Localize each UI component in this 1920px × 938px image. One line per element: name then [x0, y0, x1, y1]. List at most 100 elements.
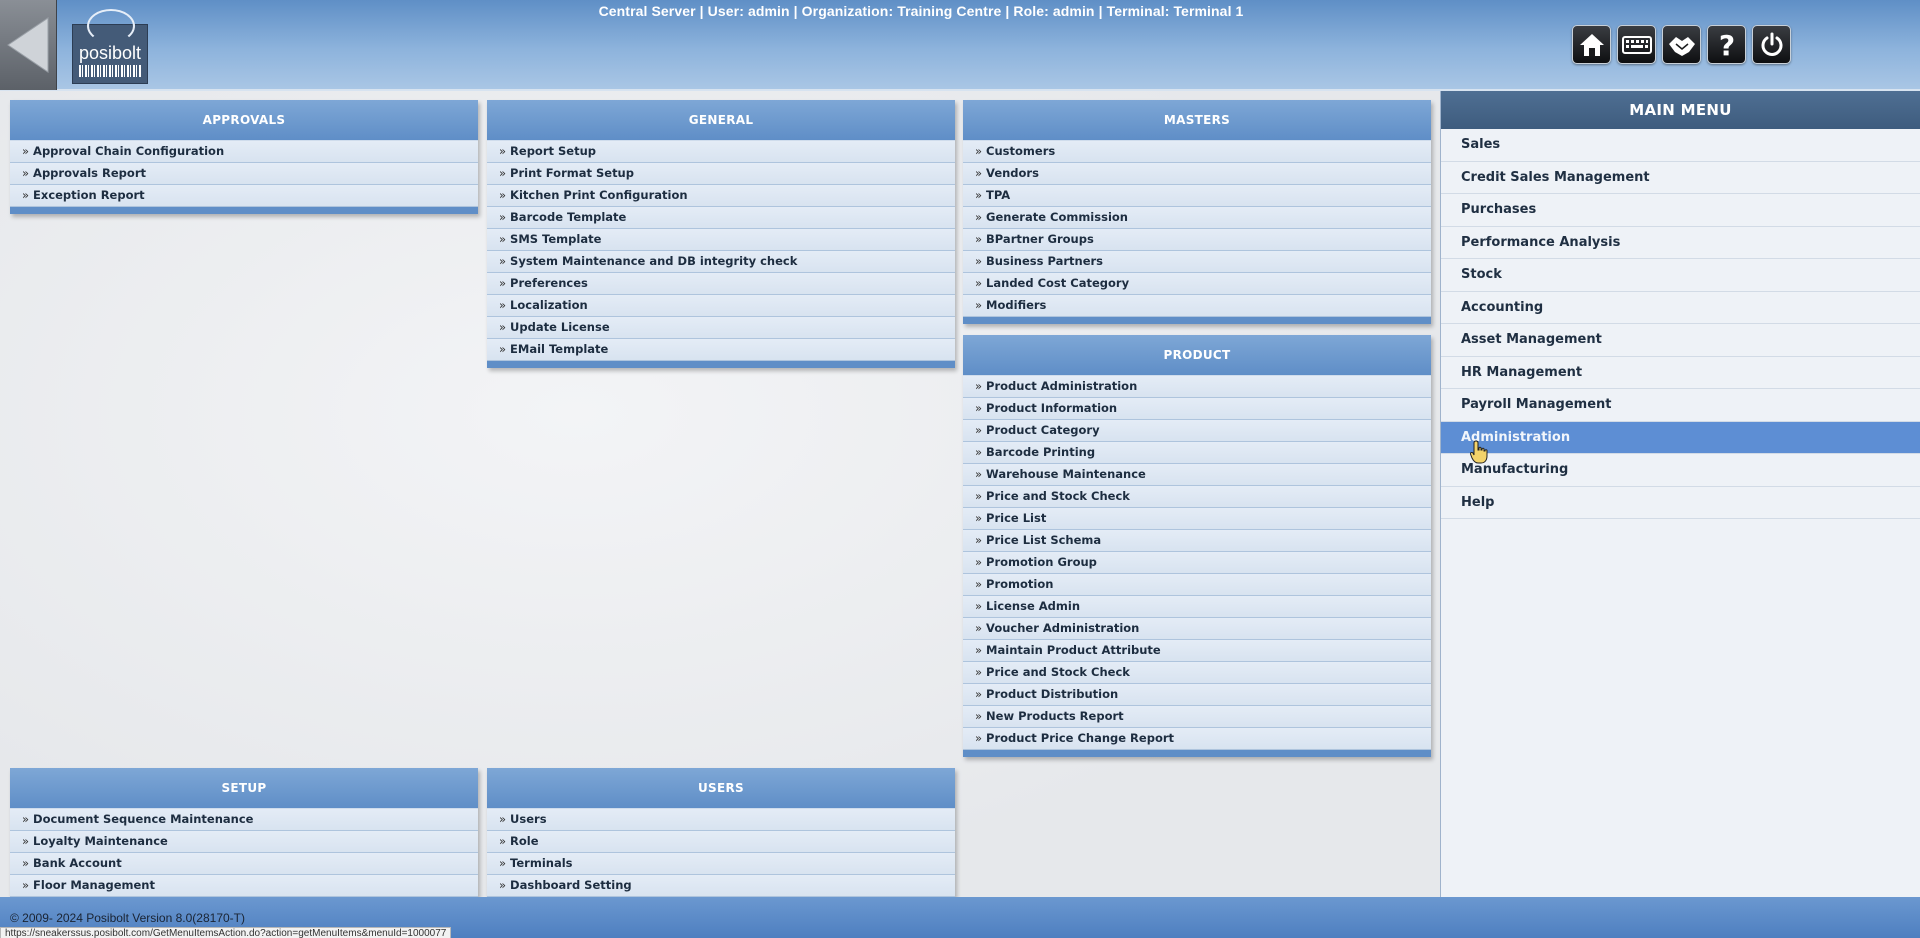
raquo-icon: » — [499, 188, 507, 202]
menu-link-voucher-administration[interactable]: » Voucher Administration — [963, 618, 1431, 640]
main-menu-item-stock[interactable]: Stock — [1441, 259, 1920, 292]
menu-link-warehouse-maintenance[interactable]: » Warehouse Maintenance — [963, 464, 1431, 486]
handshake-button[interactable] — [1662, 25, 1701, 64]
menu-link-maintain-product-attribute[interactable]: » Maintain Product Attribute — [963, 640, 1431, 662]
menu-link-label: Preferences — [510, 276, 588, 290]
menu-link-label: Price and Stock Check — [986, 489, 1130, 503]
menu-link-barcode-template[interactable]: » Barcode Template — [487, 207, 955, 229]
home-button[interactable] — [1572, 25, 1611, 64]
menu-link-role[interactable]: » Role — [487, 831, 955, 853]
menu-link-email-template[interactable]: » EMail Template — [487, 339, 955, 361]
raquo-icon: » — [975, 621, 983, 635]
menu-link-approvals-report[interactable]: » Approvals Report — [10, 163, 478, 185]
menu-link-price-and-stock-check[interactable]: » Price and Stock Check — [963, 662, 1431, 684]
main-menu-item-hr-management[interactable]: HR Management — [1441, 357, 1920, 389]
menu-link-label: Kitchen Print Configuration — [510, 188, 688, 202]
menu-link-label: Price List — [986, 511, 1047, 525]
menu-link-customers[interactable]: » Customers — [963, 141, 1431, 163]
menu-link-label: SMS Template — [510, 232, 602, 246]
keyboard-button[interactable] — [1617, 25, 1656, 64]
panel-title: PRODUCT — [963, 335, 1431, 376]
menu-link-product-information[interactable]: » Product Information — [963, 398, 1431, 420]
menu-link-localization[interactable]: » Localization — [487, 295, 955, 317]
posibolt-logo: posibolt — [72, 9, 148, 84]
menu-link-label: License Admin — [986, 599, 1081, 613]
menu-link-new-products-report[interactable]: » New Products Report — [963, 706, 1431, 728]
approvals-list: » Approval Chain Configuration» Approvals … — [10, 141, 478, 207]
menu-link-label: Print Format Setup — [510, 166, 634, 180]
menu-link-print-format-setup[interactable]: » Print Format Setup — [487, 163, 955, 185]
menu-link-exception-report[interactable]: » Exception Report — [10, 185, 478, 207]
menu-link-document-sequence-maintenance[interactable]: » Document Sequence Maintenance — [10, 809, 478, 831]
logo-text: posibolt — [78, 43, 142, 63]
menu-link-price-list[interactable]: » Price List — [963, 508, 1431, 530]
menu-link-dashboard-setting[interactable]: » Dashboard Setting — [487, 875, 955, 897]
main-menu-item-manufacturing[interactable]: Manufacturing — [1441, 454, 1920, 487]
menu-link-label: Role — [510, 834, 539, 848]
menu-link-modifiers[interactable]: » Modifiers — [963, 295, 1431, 317]
menu-link-users[interactable]: » Users — [487, 809, 955, 831]
raquo-icon: » — [499, 166, 507, 180]
menu-link-business-partners[interactable]: » Business Partners — [963, 251, 1431, 273]
menu-link-sms-template[interactable]: » SMS Template — [487, 229, 955, 251]
menu-link-product-price-change-report[interactable]: » Product Price Change Report — [963, 728, 1431, 750]
help-button[interactable]: ? — [1707, 25, 1746, 64]
help-icon: ? — [1718, 30, 1734, 60]
raquo-icon: » — [975, 298, 983, 312]
raquo-icon: » — [22, 878, 30, 892]
menu-link-price-and-stock-check[interactable]: » Price and Stock Check — [963, 486, 1431, 508]
main-menu-item-accounting[interactable]: Accounting — [1441, 292, 1920, 324]
main-menu-item-performance-analysis[interactable]: Performance Analysis — [1441, 227, 1920, 259]
menu-link-vendors[interactable]: » Vendors — [963, 163, 1431, 185]
raquo-icon: » — [975, 687, 983, 701]
general-list: » Report Setup» Print Format Setup» Kitchen… — [487, 141, 955, 361]
menu-link-label: Voucher Administration — [986, 621, 1140, 635]
menu-link-license-admin[interactable]: » License Admin — [963, 596, 1431, 618]
menu-link-label: Report Setup — [510, 144, 597, 158]
power-icon — [1761, 32, 1782, 56]
menu-link-promotion-group[interactable]: » Promotion Group — [963, 552, 1431, 574]
menu-link-label: Business Partners — [986, 254, 1104, 268]
menu-link-update-license[interactable]: » Update License — [487, 317, 955, 339]
menu-link-product-administration[interactable]: » Product Administration — [963, 376, 1431, 398]
main-menu-item-administration[interactable]: Administration — [1441, 421, 1920, 454]
raquo-icon: » — [499, 856, 507, 870]
menu-link-label: Price and Stock Check — [986, 665, 1130, 679]
menu-link-bank-account[interactable]: » Bank Account — [10, 853, 478, 875]
menu-link-terminals[interactable]: » Terminals — [487, 853, 955, 875]
logout-button[interactable] — [1752, 25, 1791, 64]
menu-link-bpartner-groups[interactable]: » BPartner Groups — [963, 229, 1431, 251]
menu-link-price-list-schema[interactable]: » Price List Schema — [963, 530, 1431, 552]
menu-link-label: Approvals Report — [33, 166, 146, 180]
users-list: » Users» Role» Terminals» Dashboard Setting — [487, 809, 955, 897]
setup-panel: SETUP » Document Sequence Maintenance» Loy… — [10, 768, 478, 897]
menu-link-barcode-printing[interactable]: » Barcode Printing — [963, 442, 1431, 464]
main-menu-item-help[interactable]: Help — [1441, 487, 1920, 519]
menu-link-label: Customers — [986, 144, 1056, 158]
raquo-icon: » — [22, 166, 30, 180]
approvals-panel: APPROVALS » Approval Chain Configuration»… — [10, 100, 478, 214]
menu-link-kitchen-print-configuration[interactable]: » Kitchen Print Configuration — [487, 185, 955, 207]
raquo-icon: » — [975, 210, 983, 224]
main-menu-item-payroll-management[interactable]: Payroll Management — [1441, 389, 1920, 422]
menu-link-report-setup[interactable]: » Report Setup — [487, 141, 955, 163]
menu-link-product-category[interactable]: » Product Category — [963, 420, 1431, 442]
menu-link-label: Generate Commission — [986, 210, 1128, 224]
menu-link-tpa[interactable]: » TPA — [963, 185, 1431, 207]
menu-link-landed-cost-category[interactable]: » Landed Cost Category — [963, 273, 1431, 295]
main-menu-item-credit-sales-management[interactable]: Credit Sales Management — [1441, 162, 1920, 194]
menu-link-system-maintenance-and-db-integrity-check[interactable]: » System Maintenance and DB integrity che… — [487, 251, 955, 273]
menu-link-loyalty-maintenance[interactable]: » Loyalty Maintenance — [10, 831, 478, 853]
menu-link-generate-commission[interactable]: » Generate Commission — [963, 207, 1431, 229]
main-menu-item-asset-management[interactable]: Asset Management — [1441, 324, 1920, 357]
menu-link-approval-chain-configuration[interactable]: » Approval Chain Configuration — [10, 141, 478, 163]
raquo-icon: » — [975, 276, 983, 290]
menu-link-label: Product Information — [986, 401, 1118, 415]
menu-link-product-distribution[interactable]: » Product Distribution — [963, 684, 1431, 706]
menu-link-preferences[interactable]: » Preferences — [487, 273, 955, 295]
main-menu-item-sales[interactable]: Sales — [1441, 129, 1920, 162]
menu-link-label: Product Administration — [986, 379, 1138, 393]
menu-link-promotion[interactable]: » Promotion — [963, 574, 1431, 596]
main-menu-item-purchases[interactable]: Purchases — [1441, 194, 1920, 227]
menu-link-floor-management[interactable]: » Floor Management — [10, 875, 478, 897]
